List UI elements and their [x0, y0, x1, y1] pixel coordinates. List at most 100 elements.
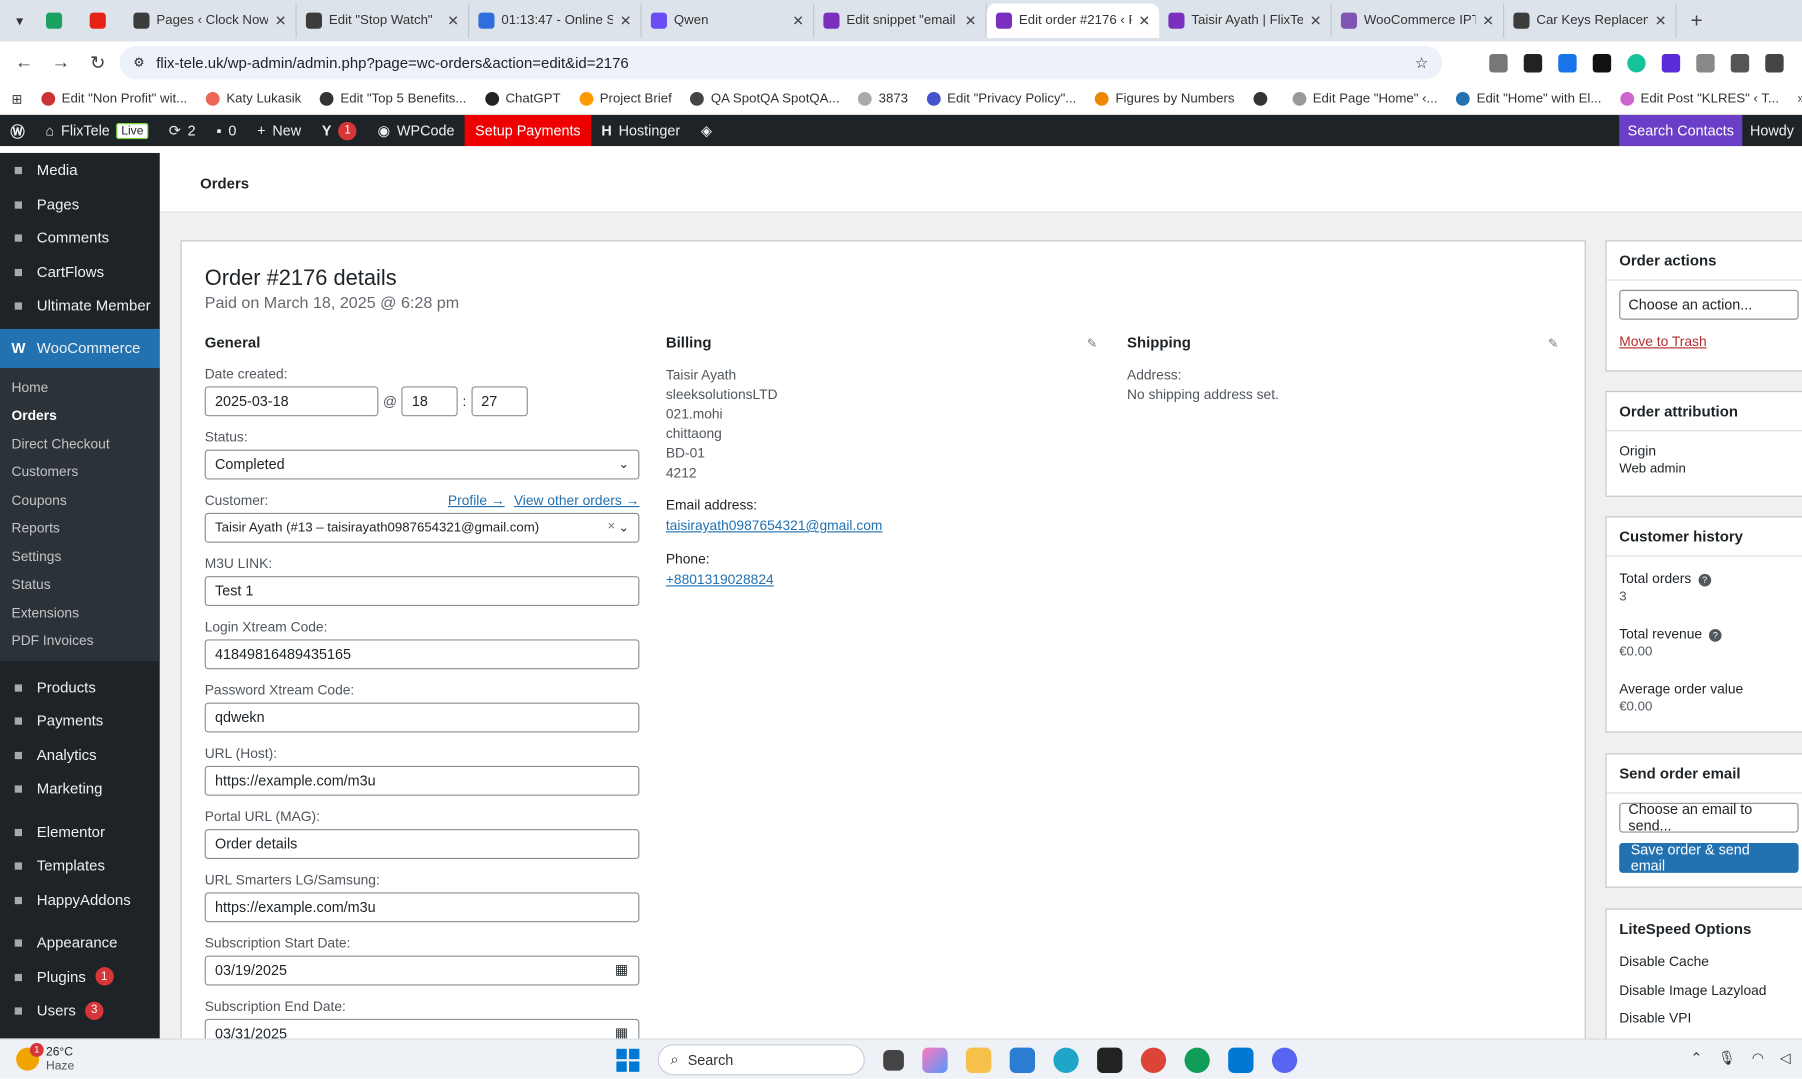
eyedropper-icon[interactable] [1523, 53, 1543, 72]
field-input[interactable]: https://example.com/m3u [204, 892, 640, 923]
setup-payments-item[interactable]: Setup Payments [464, 115, 591, 147]
reload-icon[interactable]: ↻ [83, 51, 113, 74]
sidebar-item-plugins[interactable]: ■ Plugins 1 [0, 960, 160, 994]
tab-5[interactable]: Qwen ✕ [642, 3, 815, 38]
close-icon[interactable]: ✕ [1482, 13, 1494, 29]
tab-9[interactable]: WooCommerce IPT ✕ [1332, 3, 1505, 38]
copilot-icon[interactable] [922, 1047, 948, 1073]
chrome-profile-icon[interactable] [1184, 1047, 1210, 1073]
store-icon[interactable] [1009, 1047, 1035, 1073]
discord-icon[interactable] [1271, 1047, 1298, 1073]
field-input[interactable]: https://example.com/m3u [204, 765, 640, 796]
sidebar-item-analytics[interactable]: ■ Analytics [0, 738, 160, 772]
apps-grid-icon[interactable]: ⊞ [12, 91, 23, 107]
forward-icon[interactable]: → [46, 52, 76, 73]
save-and-send-button[interactable]: Save order & send email [1619, 842, 1799, 874]
submenu-item-extensions[interactable]: Extensions [0, 599, 160, 627]
close-icon[interactable]: ✕ [1138, 13, 1150, 29]
submenu-item-status[interactable]: Status [0, 570, 160, 598]
clear-customer-icon[interactable]: × [608, 520, 616, 534]
close-icon[interactable]: ✕ [792, 13, 804, 29]
microphone-icon[interactable]: 🎙 [1718, 1050, 1736, 1066]
bookmark-item[interactable]: Edit Page "Home" ‹... [1292, 92, 1438, 106]
submenu-item-customers[interactable]: Customers [0, 458, 160, 486]
extension-badge-icon[interactable] [1661, 53, 1681, 72]
weather-widget[interactable]: 1 26°C Haze [0, 1043, 74, 1073]
sidebar-item-products[interactable]: ■ Products [0, 670, 160, 704]
vscode-icon[interactable] [1228, 1047, 1254, 1073]
bookmark-item[interactable]: QA SpotQA SpotQA... [690, 92, 840, 106]
help-icon[interactable]: ? [1708, 629, 1722, 642]
new-tab-button[interactable]: + [1679, 9, 1714, 33]
site-name[interactable]: ⌂ FlixTele Live [35, 115, 158, 146]
email-select[interactable]: Choose an email to send... [1619, 802, 1799, 834]
yoast-item[interactable]: Y1 [312, 115, 368, 146]
howdy-account[interactable]: Howdy [1742, 115, 1802, 146]
move-to-trash-link[interactable]: Move to Trash [1619, 334, 1798, 350]
calendar-icon[interactable]: ▦ [615, 961, 628, 977]
bookmark-item[interactable]: Edit "Top 5 Benefits... [319, 92, 466, 106]
close-icon[interactable]: ✕ [1310, 13, 1322, 29]
site-info-icon[interactable]: ⚙ [133, 55, 144, 70]
updates-item[interactable]: ⟳ 2 [158, 115, 206, 146]
bookmark-item[interactable]: Edit "Non Profit" wit... [40, 92, 187, 106]
sidebar-item-pages[interactable]: ■ Pages [0, 187, 160, 221]
sidebar-item-comments[interactable]: ■ Comments [0, 221, 160, 255]
wpcode-item[interactable]: ◉ WPCode [367, 115, 465, 146]
tab-2[interactable]: Pages ‹ Clock Now ✕ [124, 3, 297, 38]
bookmark-star-icon[interactable]: ☆ [1415, 53, 1428, 71]
more-bookmarks[interactable]: » [1797, 92, 1802, 106]
download-icon[interactable] [1558, 53, 1577, 72]
tab-8[interactable]: Taisir Ayath | FlixTel ✕ [1159, 3, 1332, 38]
field-input[interactable]: Order details [204, 829, 640, 860]
date-created-input[interactable]: 2025-03-18 [204, 386, 379, 417]
wp-logo-icon[interactable]: Ⓦ [0, 115, 35, 146]
taskbar-search[interactable]: ⌕ Search [657, 1044, 865, 1076]
edge-icon[interactable] [1053, 1047, 1079, 1073]
extensions-icon[interactable] [1765, 53, 1784, 72]
camera-icon[interactable] [1489, 53, 1508, 72]
chrome-icon[interactable] [1140, 1047, 1167, 1073]
sidebar-item-woocommerce[interactable]: W WooCommerce [0, 328, 160, 368]
litespeed-option[interactable]: Disable VPI [1619, 1004, 1798, 1032]
tab-0[interactable] [37, 3, 81, 38]
hour-input[interactable]: 18 [401, 386, 458, 417]
sidebar-item-appearance[interactable]: ■ Appearance [0, 926, 160, 960]
field-input[interactable]: qdwekn [204, 702, 640, 733]
tab-1[interactable] [81, 3, 125, 38]
tab-search-button[interactable]: ▾ [5, 6, 35, 36]
start-button[interactable] [616, 1048, 640, 1072]
submenu-item-orders[interactable]: Orders [0, 401, 160, 429]
file-explorer-icon[interactable] [966, 1047, 992, 1073]
tab-3[interactable]: Edit "Stop Watch" ✕ [297, 3, 470, 38]
litespeed-option[interactable]: Disable Image Lazyload [1619, 976, 1798, 1004]
tab-4[interactable]: 01:13:47 - Online St ✕ [469, 3, 642, 38]
comments-item[interactable]: ▪ 0 [206, 115, 247, 146]
volume-icon[interactable]: ◁ [1780, 1050, 1791, 1066]
bookmark-item[interactable]: 3873 [857, 92, 908, 106]
billing-email-link[interactable]: taisirayath0987654321@gmail.com [666, 518, 1103, 534]
litespeed-option[interactable]: Disable Cache [1619, 948, 1798, 976]
sidebar-item-marketing[interactable]: ■ Marketing [0, 772, 160, 806]
bookmark-item[interactable] [1252, 92, 1274, 106]
close-icon[interactable]: ✕ [965, 13, 977, 29]
bookmark-item[interactable]: Project Brief [579, 92, 672, 106]
sidebar-item-media[interactable]: ■ Media [0, 153, 160, 187]
close-icon[interactable]: ✕ [447, 13, 459, 29]
diamond-icon[interactable]: ◈ [690, 115, 722, 146]
chevron-up-icon[interactable]: ⌃ [1690, 1050, 1702, 1066]
tab-7[interactable]: Edit order #2176 ‹ F ✕ [986, 3, 1160, 38]
bookmark-item[interactable]: Katy Lukasik [205, 92, 301, 106]
wifi-icon[interactable]: ◠ [1752, 1050, 1764, 1066]
new-item[interactable]: + New [247, 115, 312, 146]
tab-6[interactable]: Edit snippet "email ✕ [814, 3, 987, 38]
edit-shipping-pencil-icon[interactable]: ✎ [1548, 336, 1559, 351]
back-icon[interactable]: ← [9, 52, 39, 73]
sidebar-item-elementor[interactable]: ■ Elementor [0, 815, 160, 849]
bookmark-item[interactable]: Figures by Numbers [1094, 92, 1235, 106]
bookmark-item[interactable]: Edit "Home" with El... [1455, 92, 1601, 106]
close-icon[interactable]: ✕ [620, 13, 632, 29]
submenu-item-settings[interactable]: Settings [0, 542, 160, 570]
submenu-item-direct-checkout[interactable]: Direct Checkout [0, 430, 160, 458]
customer-select[interactable]: Taisir Ayath (#13 – taisirayath098765432… [204, 512, 640, 543]
